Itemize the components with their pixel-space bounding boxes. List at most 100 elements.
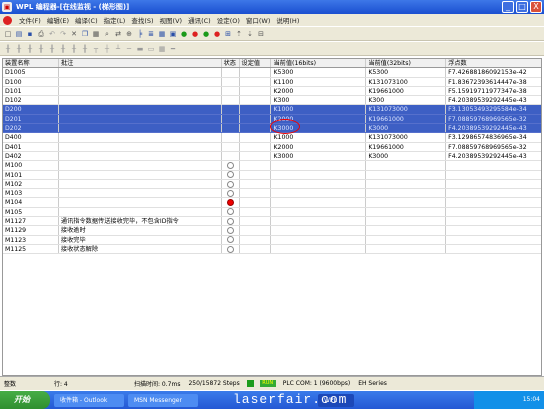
- set-coil-icon[interactable]: ╫: [59, 45, 67, 53]
- col-comment[interactable]: 批注: [59, 59, 222, 68]
- cell-comment: [59, 68, 222, 77]
- cell-state: [222, 124, 240, 133]
- table-row[interactable]: D101 K2000 K19661000 F5.15919711977347e-38: [3, 86, 541, 97]
- table-row[interactable]: M102: [3, 179, 541, 190]
- zoom-icon[interactable]: ⊕: [125, 30, 133, 38]
- maximize-button[interactable]: □: [516, 1, 528, 13]
- redo-icon[interactable]: ↷: [59, 30, 67, 38]
- replace-icon[interactable]: ⇄: [114, 30, 122, 38]
- col-float[interactable]: 浮点数: [446, 59, 541, 67]
- menu-edit[interactable]: 编辑(E): [44, 15, 72, 25]
- table-row[interactable]: M105: [3, 207, 541, 218]
- func-icon[interactable]: ╫: [81, 45, 89, 53]
- force-icon[interactable]: ⊞: [224, 30, 232, 38]
- set-icon[interactable]: ●: [202, 30, 210, 38]
- menu-file[interactable]: 文件(F): [16, 15, 44, 25]
- state-off-icon[interactable]: [226, 226, 234, 234]
- upload-icon[interactable]: ⇡: [235, 30, 243, 38]
- delete-line-icon[interactable]: ┴: [114, 45, 122, 53]
- col-setvalue[interactable]: 设定值: [240, 59, 272, 68]
- table-row[interactable]: M100: [3, 161, 541, 171]
- start-button[interactable]: 开始: [0, 391, 50, 409]
- taskbar-item-outlook[interactable]: 收件箱 - Outlook: [54, 393, 124, 407]
- grid-icon[interactable]: ▦: [158, 45, 166, 53]
- cell-value32: [366, 244, 447, 254]
- reset-coil-icon[interactable]: ╫: [70, 45, 78, 53]
- table-icon[interactable]: ▦: [158, 30, 166, 38]
- state-off-icon[interactable]: [226, 161, 234, 169]
- gap-icon[interactable]: ━: [169, 45, 177, 53]
- contact-n-icon[interactable]: ╫: [37, 45, 45, 53]
- cell-state: [222, 170, 240, 179]
- status-comm: PLC COM: 1 (9600bps): [282, 380, 351, 387]
- paste-icon[interactable]: ▦: [92, 30, 100, 38]
- col-state[interactable]: 状态: [222, 59, 240, 68]
- menu-help[interactable]: 说明(H): [273, 15, 302, 25]
- table-row[interactable]: M1123 接收完毕: [3, 235, 541, 245]
- list-icon[interactable]: ≣: [147, 30, 155, 38]
- find-icon[interactable]: ⌕: [103, 30, 111, 38]
- table-row[interactable]: M104: [3, 198, 541, 208]
- close-button[interactable]: X: [530, 1, 542, 13]
- state-off-icon[interactable]: [226, 245, 234, 253]
- state-on-icon[interactable]: [226, 199, 234, 207]
- main-toolbar: □ ▤ ▪ ⎙ ↶ ↷ ✕ ❐ ▦ ⌕ ⇄ ⊕ ╞ ≣ ▦ ▣ ● ● ● ● …: [0, 26, 544, 41]
- state-off-icon[interactable]: [226, 189, 234, 197]
- table-row[interactable]: D100 K1100 K131073100 F1.83672393614447e-38: [3, 77, 541, 87]
- menu-settings[interactable]: 设定(O): [214, 15, 243, 25]
- run-icon[interactable]: ●: [180, 30, 188, 38]
- cell-value16: K300: [271, 96, 367, 105]
- table-row[interactable]: D401 K2000 K19661000 F7.08859768969565e-32: [3, 142, 541, 152]
- table-row[interactable]: D400 K1000 K131073000 F3.12986574836965e-34: [3, 133, 541, 143]
- state-off-icon[interactable]: [226, 171, 234, 179]
- taskbar-item-msn[interactable]: MSN Messenger: [128, 393, 198, 407]
- reset-icon[interactable]: ●: [213, 30, 221, 38]
- state-off-icon[interactable]: [226, 180, 234, 188]
- compare-icon[interactable]: ⊟: [257, 30, 265, 38]
- table-row[interactable]: M1125 接收状态解除: [3, 244, 541, 255]
- menu-compile[interactable]: 编译(C): [72, 15, 101, 25]
- minimize-button[interactable]: _: [502, 1, 514, 13]
- cell-value32: [366, 235, 447, 244]
- download-icon[interactable]: ⇣: [246, 30, 254, 38]
- state-off-icon[interactable]: [226, 236, 234, 244]
- state-off-icon[interactable]: [226, 217, 234, 225]
- cut-icon[interactable]: ✕: [70, 30, 78, 38]
- stop-icon[interactable]: ●: [191, 30, 199, 38]
- table-row[interactable]: M1129 接收逾时: [3, 226, 541, 236]
- copy-icon[interactable]: ❐: [81, 30, 89, 38]
- line-h-icon[interactable]: ┬: [92, 45, 100, 53]
- app-menu-icon[interactable]: [3, 15, 12, 25]
- table-row[interactable]: D102 K300 K300 F4.20389539292445e-43: [3, 96, 541, 106]
- insert-col-icon[interactable]: ▬: [136, 45, 144, 53]
- col-device[interactable]: 装置名称: [3, 59, 59, 68]
- contact-p-icon[interactable]: ╫: [26, 45, 34, 53]
- open-icon[interactable]: ▤: [15, 30, 23, 38]
- print-icon[interactable]: ⎙: [37, 30, 45, 38]
- contact-nc-icon[interactable]: ╫: [15, 45, 23, 53]
- line-v-icon[interactable]: ┼: [103, 45, 111, 53]
- table-row[interactable]: M101: [3, 170, 541, 180]
- menu-search[interactable]: 查找(S): [128, 15, 156, 25]
- ladder-icon[interactable]: ╞: [136, 30, 144, 38]
- menu-view[interactable]: 视图(V): [157, 15, 186, 25]
- monitor-icon[interactable]: ▣: [169, 30, 177, 38]
- insert-row-icon[interactable]: ─: [125, 45, 133, 53]
- menu-specify[interactable]: 指定(L): [101, 15, 129, 25]
- state-off-icon[interactable]: [226, 208, 234, 216]
- comment-icon[interactable]: ▭: [147, 45, 155, 53]
- menu-comm[interactable]: 通讯(C): [185, 15, 214, 25]
- new-icon[interactable]: □: [4, 30, 12, 38]
- table-row[interactable]: D200 K1000 K131073000 F3.13053493295584e-34: [3, 105, 541, 115]
- menu-window[interactable]: 窗口(W): [243, 15, 274, 25]
- col-value32[interactable]: 当前值(32bits): [366, 59, 447, 68]
- col-value16[interactable]: 当前值(16bits): [271, 59, 367, 68]
- coil-icon[interactable]: ╫: [48, 45, 56, 53]
- contact-no-icon[interactable]: ╫: [4, 45, 12, 53]
- save-icon[interactable]: ▪: [26, 30, 34, 38]
- table-row[interactable]: D402 K3000 K3000 F4.20389539292445e-43: [3, 151, 541, 162]
- table-row[interactable]: M103: [3, 189, 541, 199]
- table-row[interactable]: D1005 K5300 K5300 F7.42688186092153e-42: [3, 68, 541, 78]
- table-row[interactable]: M1127 通讯指令数据传送接收完毕，不包含ID指令: [3, 217, 541, 227]
- undo-icon[interactable]: ↶: [48, 30, 56, 38]
